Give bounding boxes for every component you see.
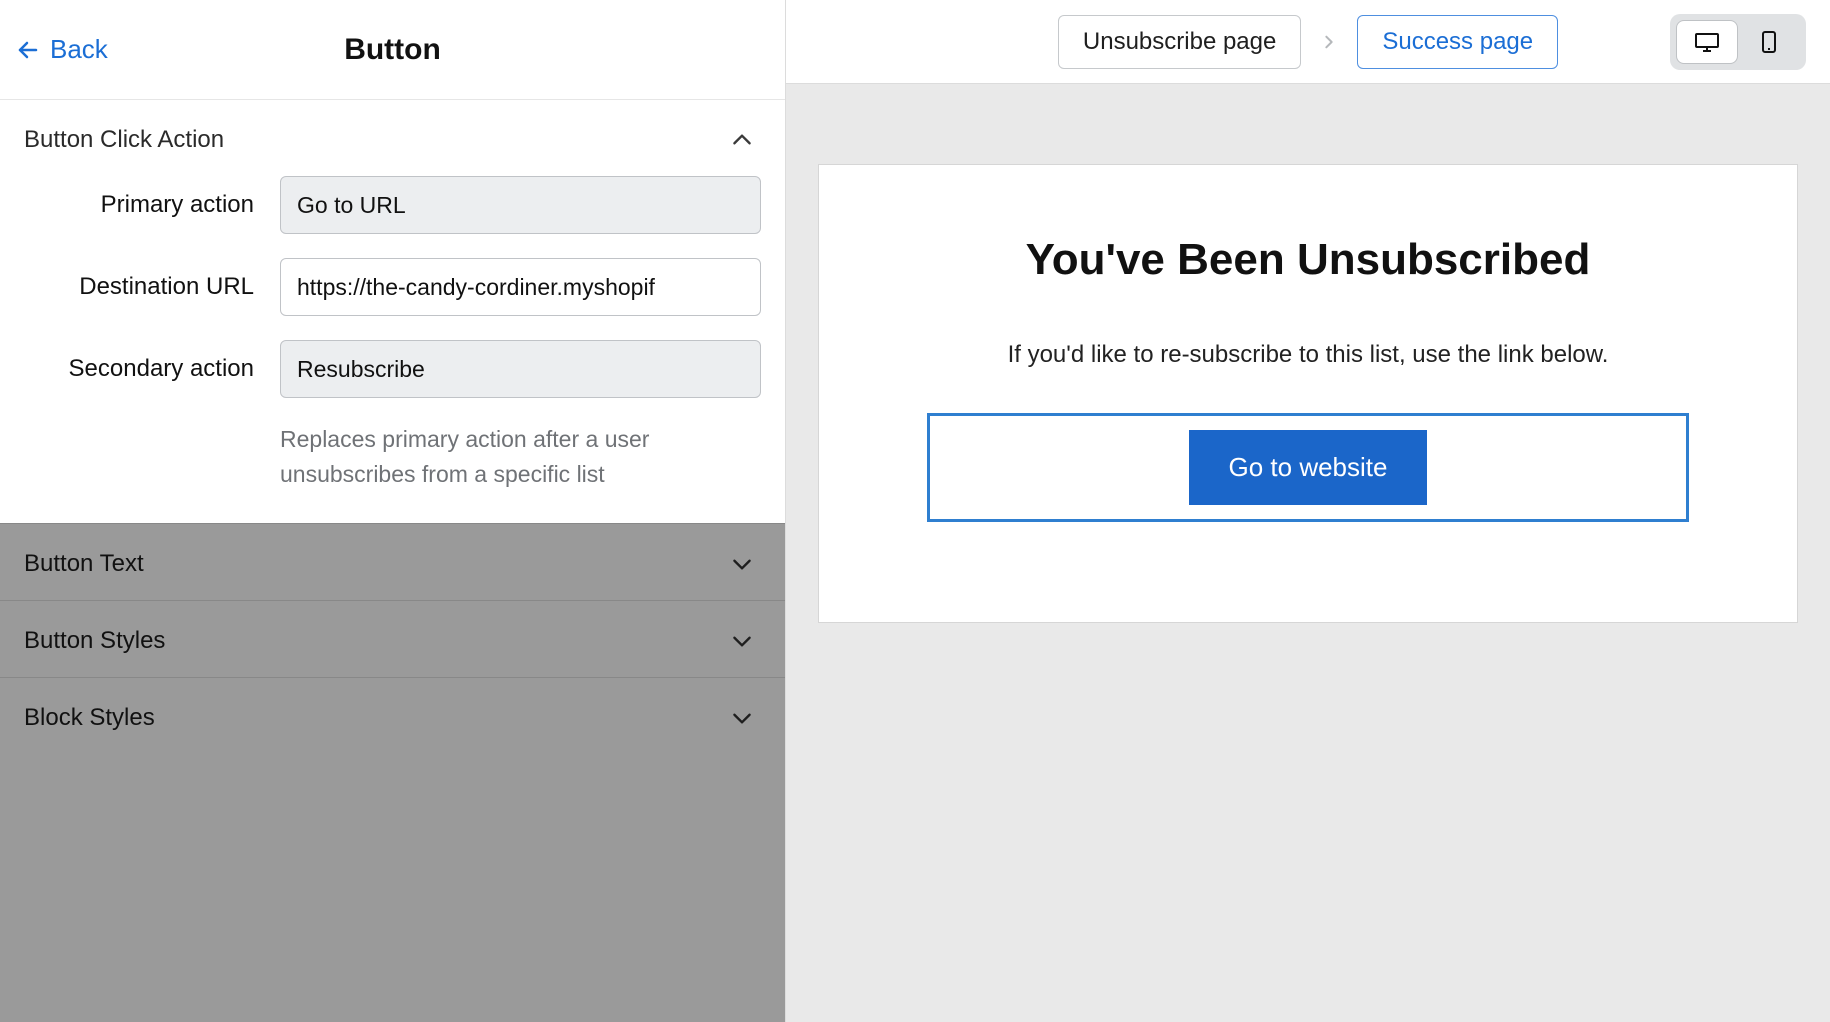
device-mobile-button[interactable]: [1738, 20, 1800, 64]
chevron-down-icon: [729, 705, 755, 731]
back-button[interactable]: Back: [0, 34, 108, 65]
preview-title: You've Been Unsubscribed: [1026, 235, 1591, 285]
back-label: Back: [50, 34, 108, 65]
chevron-up-icon: [729, 127, 755, 153]
label-secondary-action: Secondary action: [24, 355, 254, 383]
select-secondary-action-value: Resubscribe: [297, 356, 425, 383]
helper-text: Replaces primary action after a user uns…: [280, 422, 761, 491]
chevron-down-icon: [729, 551, 755, 577]
preview-go-to-website-button[interactable]: Go to website: [1189, 430, 1428, 505]
input-destination-url[interactable]: [280, 258, 761, 316]
row-primary-action: Primary action Go to URL: [24, 176, 761, 234]
breadcrumb: Unsubscribe page Success page: [1058, 15, 1558, 69]
section-title: Block Styles: [24, 704, 155, 732]
preview-button-selection[interactable]: Go to website: [927, 413, 1690, 522]
preview-pane: Unsubscribe page Success page: [786, 0, 1830, 1022]
row-destination-url: Destination URL: [24, 258, 761, 316]
chevron-down-icon: [729, 628, 755, 654]
section-title: Button Styles: [24, 627, 165, 655]
section-block-styles: Block Styles: [0, 677, 785, 754]
section-button-text: Button Text: [0, 523, 785, 600]
section-button-click-action: Button Click Action Primary action Go to…: [0, 100, 785, 523]
section-header-click-action[interactable]: Button Click Action: [0, 100, 785, 176]
desktop-icon: [1694, 32, 1720, 52]
chevron-right-icon: [1321, 31, 1337, 53]
label-destination-url: Destination URL: [24, 273, 254, 301]
select-secondary-action[interactable]: Resubscribe: [280, 340, 761, 398]
device-desktop-button[interactable]: [1676, 20, 1738, 64]
section-header-button-text[interactable]: Button Text: [0, 524, 785, 600]
row-helper-text: Replaces primary action after a user uns…: [24, 422, 761, 491]
arrow-left-icon: [16, 38, 40, 62]
sidebar-header: Back Button: [0, 0, 785, 100]
editor-sidebar: Back Button Button Click Action Primary …: [0, 0, 786, 1022]
device-toggle: [1670, 14, 1806, 70]
row-secondary-action: Secondary action Resubscribe: [24, 340, 761, 398]
label-primary-action: Primary action: [24, 191, 254, 219]
select-primary-action-value: Go to URL: [297, 192, 406, 219]
preview-area: You've Been Unsubscribed If you'd like t…: [786, 84, 1830, 1022]
section-header-block-styles[interactable]: Block Styles: [0, 678, 785, 754]
section-button-styles: Button Styles: [0, 600, 785, 677]
top-bar: Unsubscribe page Success page: [786, 0, 1830, 84]
sidebar-title: Button: [0, 33, 785, 67]
breadcrumb-success-page[interactable]: Success page: [1357, 15, 1558, 69]
section-title: Button Text: [24, 550, 144, 578]
preview-card: You've Been Unsubscribed If you'd like t…: [818, 164, 1798, 623]
mobile-icon: [1761, 30, 1777, 54]
preview-subtitle: If you'd like to re-subscribe to this li…: [1008, 341, 1609, 369]
section-body-click-action: Primary action Go to URL Destination URL…: [0, 176, 785, 523]
select-primary-action[interactable]: Go to URL: [280, 176, 761, 234]
section-header-button-styles[interactable]: Button Styles: [0, 601, 785, 677]
section-title: Button Click Action: [24, 126, 224, 154]
breadcrumb-unsubscribe-page[interactable]: Unsubscribe page: [1058, 15, 1301, 69]
